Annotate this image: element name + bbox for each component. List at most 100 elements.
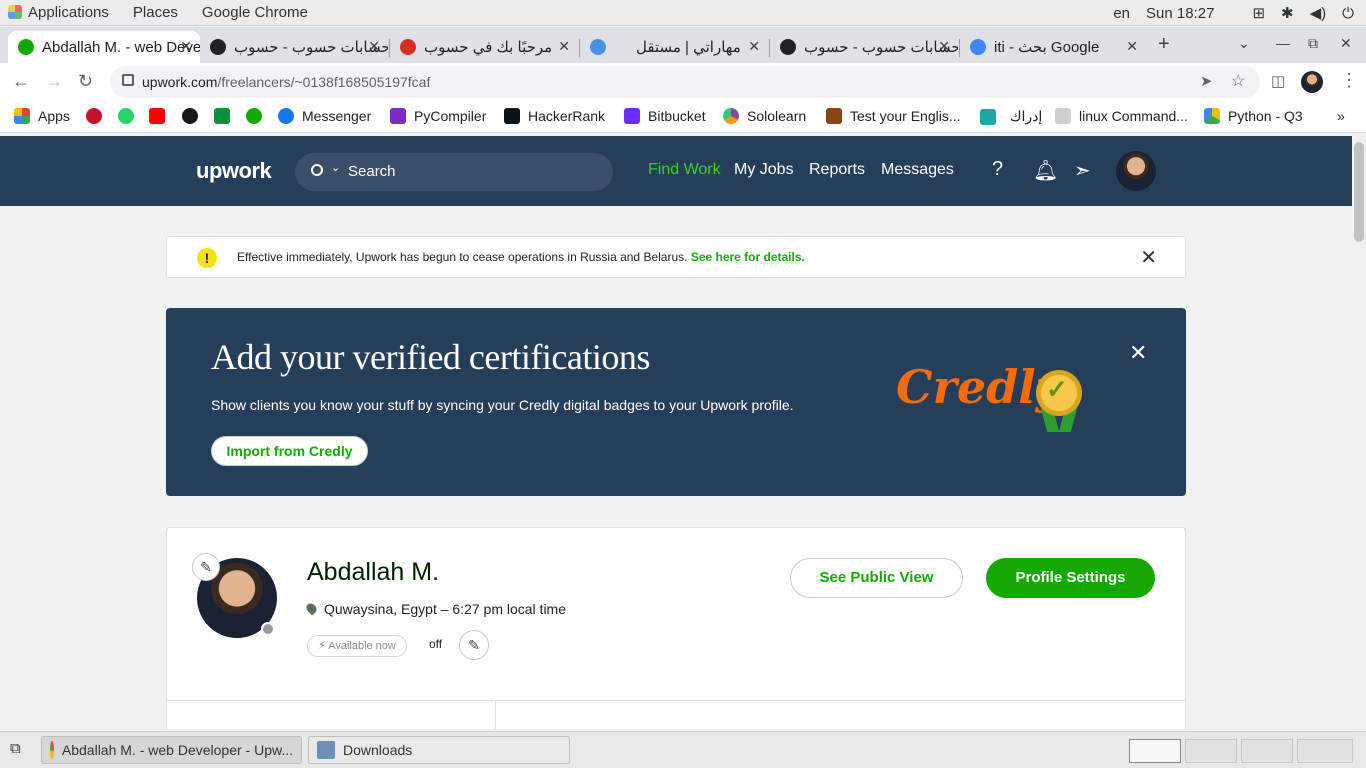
bookmark-messenger[interactable]: Messenger: [278, 108, 371, 124]
tab-upwork[interactable]: Abdallah M. - web Developer - Upwork ✕: [8, 31, 200, 63]
close-tab-icon[interactable]: ✕: [1126, 38, 1138, 55]
profile-avatar[interactable]: [1301, 71, 1323, 93]
availability-badge[interactable]: ⚡︎ Available now: [307, 635, 407, 657]
taskbar-downloads-window[interactable]: Downloads: [308, 736, 570, 764]
side-panel-icon[interactable]: ◫: [1271, 72, 1285, 90]
bookmark-hackerrank[interactable]: HackerRank: [504, 108, 605, 124]
edit-photo-icon[interactable]: ✎: [192, 553, 220, 581]
close-banner-icon[interactable]: ✕: [1129, 340, 1147, 366]
bookmark-bitbucket[interactable]: Bitbucket: [624, 108, 706, 124]
tab-search-chevron-icon[interactable]: ⌄: [1238, 35, 1250, 52]
close-alert-icon[interactable]: ✕: [1140, 245, 1157, 270]
chrome-menu-icon[interactable]: ⋮: [1340, 70, 1358, 91]
applications-icon: [8, 5, 22, 19]
nav-find-work[interactable]: Find Work: [648, 161, 721, 179]
new-tab-icon[interactable]: +: [1158, 33, 1170, 56]
apps-grid-icon: [14, 108, 30, 124]
bottom-taskbar: ⧉ Abdallah M. - web Developer - Upw... D…: [0, 731, 1366, 768]
alert-details-link[interactable]: See here for details.: [691, 250, 805, 264]
workspace-1[interactable]: [1129, 739, 1181, 763]
bookmarks-bar: Apps Messenger PyCompiler HackerRank Bit…: [0, 101, 1366, 133]
tab-gmail-hsoub[interactable]: مرحبًا بك في حسوب ✕: [390, 31, 578, 63]
nav-messages[interactable]: Messages: [881, 161, 954, 179]
notifications-bell-icon[interactable]: 🔔︎: [1033, 158, 1058, 183]
scrollbar-thumb[interactable]: [1354, 142, 1364, 242]
send-tab-icon[interactable]: ➤: [1200, 72, 1213, 90]
card-divider: [167, 700, 1185, 701]
accessibility-icon[interactable]: ✱: [1281, 4, 1294, 22]
bookmark-cambridge[interactable]: Test your Englis...: [826, 108, 961, 124]
nav-my-jobs[interactable]: My Jobs: [734, 161, 794, 179]
import-from-credly-button[interactable]: Import from Credly: [211, 436, 368, 466]
window-close-icon[interactable]: ✕: [1340, 35, 1352, 52]
applications-menu[interactable]: Applications: [8, 4, 109, 21]
bookmark-whatsapp[interactable]: [118, 108, 134, 124]
direct-contracts-icon[interactable]: ➣: [1074, 158, 1091, 183]
close-tab-icon[interactable]: ✕: [748, 38, 760, 55]
power-icon[interactable]: ⏻: [1342, 5, 1354, 22]
pycompiler-icon: [390, 108, 406, 124]
forward-icon[interactable]: →: [45, 71, 63, 92]
see-public-view-button[interactable]: See Public View: [790, 558, 963, 598]
page-scrollbar[interactable]: [1352, 136, 1366, 729]
tab-strip: Abdallah M. - web Developer - Upwork ✕ ح…: [0, 27, 1366, 63]
close-tab-icon[interactable]: ✕: [368, 38, 380, 55]
availability-state: off: [429, 637, 443, 651]
close-tab-icon[interactable]: ✕: [938, 38, 950, 55]
tab-google-search[interactable]: iti - بحث Google ✕: [960, 31, 1146, 63]
bookmark-upwork[interactable]: [246, 108, 262, 124]
bookmark-edraak[interactable]: إدراك: [980, 108, 1042, 125]
workspace-4[interactable]: [1297, 739, 1353, 763]
bookmark-github[interactable]: [182, 108, 198, 124]
bookmarks-overflow-icon[interactable]: »: [1337, 108, 1345, 124]
nav-reports[interactable]: Reports: [809, 161, 865, 179]
volume-icon[interactable]: ◀): [1310, 4, 1327, 22]
workspace-2[interactable]: [1185, 739, 1237, 763]
tab-mostaql[interactable]: مهاراتي | مستقل ✕: [580, 31, 768, 63]
bookmark-linux-commands[interactable]: linux Command...: [1055, 108, 1188, 124]
uk-flag-icon: [86, 108, 102, 124]
bookmark-sololearn[interactable]: Sololearn: [723, 108, 806, 124]
chrome-app-menu[interactable]: Google Chrome: [202, 4, 308, 21]
google-favicon-icon: [970, 39, 986, 55]
network-icon[interactable]: ⊞: [1252, 4, 1265, 22]
user-avatar[interactable]: [1116, 151, 1156, 191]
bookmark-star-icon[interactable]: ☆: [1231, 71, 1245, 91]
language-indicator[interactable]: en: [1113, 5, 1130, 22]
chrome-icon: [50, 741, 54, 759]
edit-availability-icon[interactable]: ✎: [459, 630, 489, 660]
bookmark-youtube[interactable]: [149, 108, 165, 124]
close-tab-icon[interactable]: ✕: [558, 38, 570, 55]
reload-icon[interactable]: ↻: [78, 71, 93, 92]
help-icon[interactable]: ?: [992, 158, 1003, 181]
address-bar[interactable]: upwork.com/freelancers/~0138f168505197fc…: [110, 66, 1260, 98]
clock[interactable]: Sun 18:27: [1146, 5, 1214, 22]
badge-medal-icon: ✓: [1036, 370, 1082, 416]
lock-icon[interactable]: [122, 74, 134, 86]
profile-settings-button[interactable]: Profile Settings: [986, 558, 1155, 598]
upwork-logo[interactable]: upwork: [196, 158, 272, 184]
chevron-down-icon[interactable]: ⌄: [331, 161, 340, 174]
workspace-3[interactable]: [1241, 739, 1293, 763]
taskbar-chrome-window[interactable]: Abdallah M. - web Developer - Upw...: [41, 736, 302, 764]
back-icon[interactable]: ←: [12, 71, 30, 92]
bookmark-uk[interactable]: [86, 108, 102, 124]
bookmark-pycompiler[interactable]: PyCompiler: [390, 108, 486, 124]
show-desktop-icon[interactable]: ⧉: [10, 740, 21, 757]
search-input[interactable]: ⌄ Search: [295, 153, 613, 191]
page-viewport: upwork ⌄ Search Find Work My Jobs Report…: [0, 136, 1352, 729]
bookmark-python-q3[interactable]: Python - Q3: [1204, 108, 1303, 124]
lightning-icon: ⚡︎: [318, 640, 326, 652]
bookmark-wuzzuf[interactable]: [214, 108, 230, 124]
bookmark-apps[interactable]: Apps: [14, 108, 70, 124]
card-column-divider: [495, 700, 496, 729]
restore-icon[interactable]: ⧉: [1308, 35, 1318, 52]
tab-hsoub-accounts[interactable]: حسابات حسوب - حسوب ✕: [200, 31, 388, 63]
minimize-icon[interactable]: —: [1276, 35, 1290, 51]
tab-hsoub-accounts-2[interactable]: حسابات حسوب - حسوب ✕: [770, 31, 958, 63]
places-menu[interactable]: Places: [133, 4, 178, 21]
banner-title: Add your verified certifications: [211, 337, 650, 377]
url-text[interactable]: upwork.com/freelancers/~0138f168505197fc…: [142, 74, 430, 90]
close-tab-icon[interactable]: ✕: [180, 38, 192, 55]
alert-banner: ! Effective immediately, Upwork has begu…: [166, 236, 1186, 278]
